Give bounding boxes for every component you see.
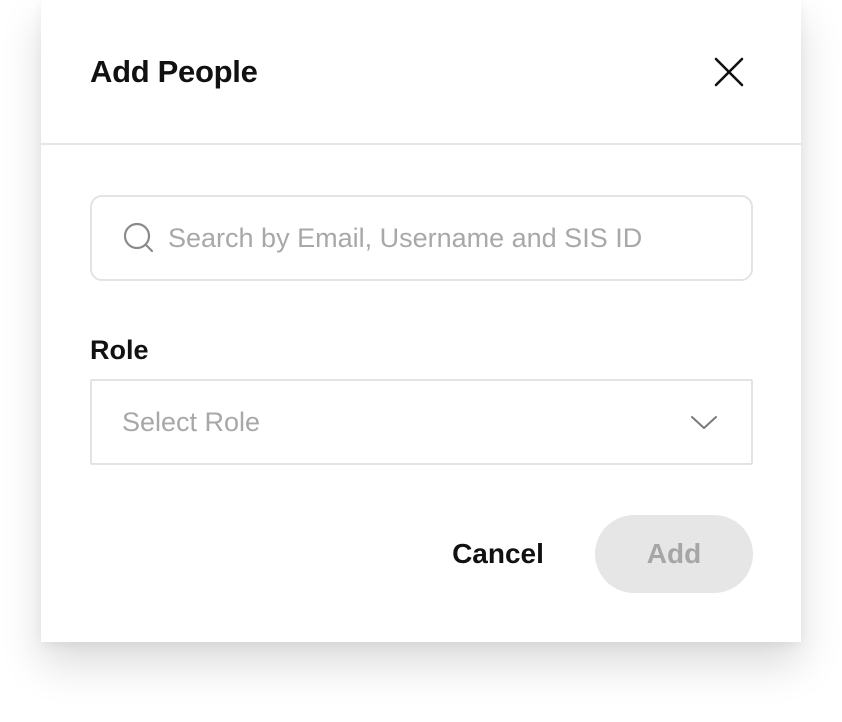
role-label: Role [90, 335, 149, 365]
cancel-button[interactable]: Cancel [435, 515, 561, 593]
page-backdrop: Add People Role Select Role [0, 0, 842, 722]
search-icon [122, 221, 156, 255]
search-field[interactable] [90, 195, 753, 281]
role-select[interactable]: Select Role [90, 379, 753, 465]
close-icon [714, 57, 744, 87]
add-button[interactable]: Add [595, 515, 753, 593]
chevron-down-icon [689, 412, 719, 432]
dialog-header: Add People [41, 0, 801, 145]
search-input[interactable] [168, 222, 728, 254]
role-select-value: Select Role [122, 406, 261, 437]
add-people-dialog: Add People Role Select Role [41, 0, 801, 642]
close-button[interactable] [709, 52, 749, 92]
dialog-title: Add People [90, 54, 258, 89]
